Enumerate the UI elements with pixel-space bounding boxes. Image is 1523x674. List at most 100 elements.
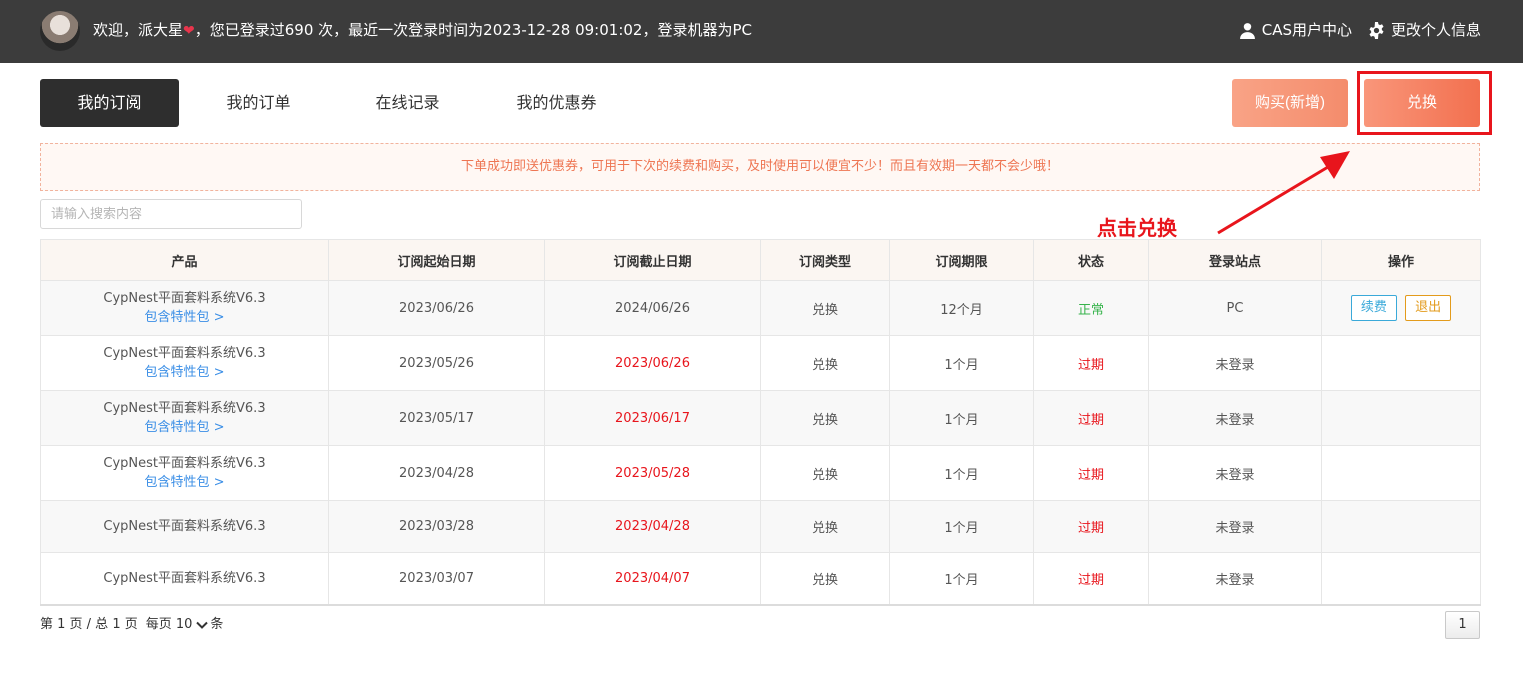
heart-icon: ❤ <box>183 23 195 39</box>
table-row: CypNest平面套料系统V6.3 包含特性包 > 2023/04/28 202… <box>40 445 1481 501</box>
actions-cell <box>1321 500 1481 553</box>
login-site-cell: 未登录 <box>1148 445 1322 501</box>
table-row: CypNest平面套料系统V6.3 2023/03/28 2023/04/28 … <box>40 500 1481 553</box>
per-page-value: 10 <box>175 617 193 632</box>
start-date-cell: 2023/05/17 <box>328 390 545 446</box>
table-row: CypNest平面套料系统V6.3 包含特性包 > 2023/05/17 202… <box>40 390 1481 446</box>
column-header-actions: 操作 <box>1321 239 1481 281</box>
table-header-row: 产品 订阅起始日期 订阅截止日期 订阅类型 订阅期限 状态 登录站点 操作 <box>40 239 1481 281</box>
user-icon <box>1239 22 1255 39</box>
period-cell: 12个月 <box>889 280 1034 336</box>
actions-cell <box>1321 390 1481 446</box>
column-header-end-date: 订阅截止日期 <box>544 239 761 281</box>
column-header-type: 订阅类型 <box>760 239 890 281</box>
renew-button[interactable]: 续费 <box>1350 295 1397 321</box>
type-cell: 兑换 <box>760 500 890 553</box>
type-cell: 兑换 <box>760 445 890 501</box>
end-date-cell: 2024/06/26 <box>544 280 761 336</box>
tab-online-records[interactable]: 在线记录 <box>338 79 477 127</box>
pagination-info: 第 1 页 / 总 1 页 每页 10 条 <box>40 616 223 634</box>
type-cell: 兑换 <box>760 552 890 606</box>
product-cell: CypNest平面套料系统V6.3 包含特性包 > <box>40 335 329 391</box>
annotation-label: 点击兑换 <box>1097 216 1177 240</box>
tab-my-subscriptions[interactable]: 我的订阅 <box>40 79 179 127</box>
product-cell: CypNest平面套料系统V6.3 包含特性包 > <box>40 390 329 446</box>
period-cell: 1个月 <box>889 335 1034 391</box>
product-name: CypNest平面套料系统V6.3 <box>103 401 266 416</box>
product-name: CypNest平面套料系统V6.3 <box>103 291 266 306</box>
feature-pack-link[interactable]: 包含特性包 > <box>41 363 328 382</box>
product-cell: CypNest平面套料系统V6.3 包含特性包 > <box>40 445 329 501</box>
status-badge: 过期 <box>1033 335 1149 391</box>
status-badge: 过期 <box>1033 445 1149 501</box>
end-date-cell: 2023/04/07 <box>544 552 761 606</box>
start-date-cell: 2023/05/26 <box>328 335 545 391</box>
table-row: CypNest平面套料系统V6.3 包含特性包 > 2023/05/26 202… <box>40 335 1481 391</box>
tab-my-orders[interactable]: 我的订单 <box>189 79 328 127</box>
product-name: CypNest平面套料系统V6.3 <box>103 570 266 586</box>
actions-cell <box>1321 552 1481 606</box>
page-size-select[interactable]: 每页 10 <box>146 616 209 634</box>
edit-profile-link[interactable]: 更改个人信息 <box>1368 20 1481 40</box>
page-count-text: 第 1 页 / 总 1 页 <box>40 617 138 632</box>
product-cell: CypNest平面套料系统V6.3 <box>40 552 329 606</box>
period-cell: 1个月 <box>889 445 1034 501</box>
type-cell: 兑换 <box>760 335 890 391</box>
cas-user-center-link[interactable]: CAS用户中心 <box>1239 20 1352 40</box>
start-date-cell: 2023/03/07 <box>328 552 545 606</box>
login-site-cell: 未登录 <box>1148 552 1322 606</box>
product-cell: CypNest平面套料系统V6.3 包含特性包 > <box>40 280 329 336</box>
feature-pack-link[interactable]: 包含特性包 > <box>41 473 328 492</box>
login-site-cell: 未登录 <box>1148 390 1322 446</box>
login-site-cell: 未登录 <box>1148 500 1322 553</box>
welcome-message: 欢迎，派大星❤，您已登录过690 次，最近一次登录时间为2023-12-28 0… <box>93 21 752 39</box>
feature-pack-link[interactable]: 包含特性包 > <box>41 418 328 437</box>
column-header-period: 订阅期限 <box>889 239 1034 281</box>
redeem-button[interactable]: 兑换 <box>1364 79 1480 127</box>
period-cell: 1个月 <box>889 552 1034 606</box>
status-badge: 正常 <box>1033 280 1149 336</box>
product-name: CypNest平面套料系统V6.3 <box>103 519 266 534</box>
end-date-cell: 2023/04/28 <box>544 500 761 553</box>
status-badge: 过期 <box>1033 552 1149 606</box>
actions-cell <box>1321 335 1481 391</box>
period-cell: 1个月 <box>889 390 1034 446</box>
tab-my-coupons[interactable]: 我的优惠券 <box>487 79 626 127</box>
top-links: CAS用户中心 更改个人信息 <box>1239 20 1481 40</box>
annotation-arrow-icon <box>1217 151 1350 235</box>
feature-pack-link[interactable]: 包含特性包 > <box>41 308 328 327</box>
page-button-1[interactable]: 1 <box>1445 611 1480 639</box>
type-cell: 兑换 <box>760 280 890 336</box>
buy-new-button[interactable]: 购买(新增) <box>1232 79 1348 127</box>
subscription-table: 产品 订阅起始日期 订阅截止日期 订阅类型 订阅期限 状态 登录站点 操作 Cy… <box>40 239 1481 606</box>
per-page-unit: 条 <box>210 617 224 632</box>
end-date-cell: 2023/06/26 <box>544 335 761 391</box>
end-date-cell: 2023/05/28 <box>544 445 761 501</box>
product-cell: CypNest平面套料系统V6.3 <box>40 500 329 553</box>
product-name: CypNest平面套料系统V6.3 <box>103 456 266 471</box>
start-date-cell: 2023/04/28 <box>328 445 545 501</box>
actions-cell: 续费 退出 <box>1321 280 1481 336</box>
search-input[interactable] <box>40 199 302 229</box>
table-row: CypNest平面套料系统V6.3 包含特性包 > 2023/06/26 202… <box>40 280 1481 336</box>
login-site-cell: 未登录 <box>1148 335 1322 391</box>
type-cell: 兑换 <box>760 390 890 446</box>
period-cell: 1个月 <box>889 500 1034 553</box>
top-bar: 欢迎，派大星❤，您已登录过690 次，最近一次登录时间为2023-12-28 0… <box>0 0 1523 63</box>
table-row: CypNest平面套料系统V6.3 2023/03/07 2023/04/07 … <box>40 552 1481 606</box>
tab-bar: 我的订阅 我的订单 在线记录 我的优惠券 <box>40 79 636 127</box>
status-badge: 过期 <box>1033 390 1149 446</box>
column-header-status: 状态 <box>1033 239 1149 281</box>
column-header-product: 产品 <box>40 239 329 281</box>
column-header-start-date: 订阅起始日期 <box>328 239 545 281</box>
start-date-cell: 2023/03/28 <box>328 500 545 553</box>
start-date-cell: 2023/06/26 <box>328 280 545 336</box>
status-badge: 过期 <box>1033 500 1149 553</box>
avatar[interactable] <box>40 11 80 51</box>
login-site-cell: PC <box>1148 280 1322 336</box>
chevron-down-icon <box>196 621 209 629</box>
end-date-cell: 2023/06/17 <box>544 390 761 446</box>
product-name: CypNest平面套料系统V6.3 <box>103 346 266 361</box>
gear-icon <box>1369 21 1384 39</box>
exit-button[interactable]: 退出 <box>1405 295 1452 321</box>
